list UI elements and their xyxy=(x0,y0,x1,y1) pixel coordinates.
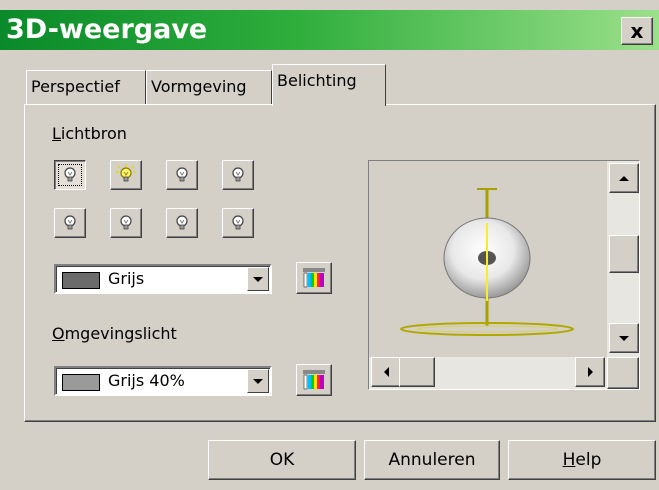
color-palette-icon xyxy=(303,370,325,390)
lightbulb-icon xyxy=(64,215,76,230)
select-light-color-button[interactable] xyxy=(296,262,332,294)
tab-perspectief[interactable]: Perspectief xyxy=(26,70,146,104)
scroll-down-button[interactable] xyxy=(609,323,639,353)
cancel-button[interactable]: Annuleren xyxy=(364,440,500,480)
light-source-1-button[interactable] xyxy=(54,160,86,190)
select-ambient-color-button[interactable] xyxy=(296,364,332,396)
light-preview-graphic xyxy=(400,188,574,336)
lightbulb-icon xyxy=(176,167,188,182)
lightbulb-icon xyxy=(176,215,188,230)
help-button[interactable]: Help xyxy=(508,440,656,480)
ok-button[interactable]: OK xyxy=(208,440,356,480)
light-source-2-button[interactable] xyxy=(110,160,142,190)
vertical-scroll-thumb[interactable] xyxy=(609,235,639,273)
tab-vormgeving[interactable]: Vormgeving xyxy=(146,70,272,104)
arrow-up-icon xyxy=(619,175,629,181)
light-source-7-button[interactable] xyxy=(166,208,198,238)
tab-belichting-label: Belichting xyxy=(277,71,357,90)
light-color-value: Grijs xyxy=(108,269,145,288)
scrollbar-corner xyxy=(607,357,639,389)
horizontal-scroll-thumb[interactable] xyxy=(399,357,435,387)
close-icon: x xyxy=(630,19,644,43)
close-button[interactable]: x xyxy=(621,17,653,45)
arrow-left-icon xyxy=(383,367,389,377)
chevron-down-icon xyxy=(253,276,263,282)
scroll-right-button[interactable] xyxy=(575,357,605,387)
ambient-color-value: Grijs 40% xyxy=(108,371,185,390)
color-swatch xyxy=(62,272,100,289)
light-source-6-button[interactable] xyxy=(110,208,142,238)
scroll-up-button[interactable] xyxy=(609,163,639,193)
lightbulb-icon xyxy=(232,167,244,182)
title-bar: 3D-weergave x xyxy=(0,10,659,50)
cancel-label: Annuleren xyxy=(388,450,476,470)
lightbulb-icon xyxy=(120,215,132,230)
chevron-down-icon xyxy=(253,378,263,384)
dropdown-button[interactable] xyxy=(247,369,269,393)
light-source-3-button[interactable] xyxy=(166,160,198,190)
light-preview[interactable] xyxy=(368,160,640,390)
color-swatch xyxy=(62,374,100,391)
ok-label: OK xyxy=(269,450,295,470)
dropdown-button[interactable] xyxy=(247,267,269,291)
tab-perspectief-label: Perspectief xyxy=(31,77,120,96)
dialog-window: 3D-weergave x Perspectief Vormgeving Bel… xyxy=(0,0,659,490)
light-source-8-button[interactable] xyxy=(222,208,254,238)
color-palette-icon xyxy=(303,268,325,288)
arrow-down-icon xyxy=(619,335,629,341)
ambient-light-label: Omgevingslicht xyxy=(52,324,177,343)
tab-vormgeving-label: Vormgeving xyxy=(151,77,247,96)
light-source-5-button[interactable] xyxy=(54,208,86,238)
light-color-select[interactable]: Grijs xyxy=(54,264,272,294)
light-source-4-button[interactable] xyxy=(222,160,254,190)
scroll-left-button[interactable] xyxy=(371,357,401,387)
help-label: Help xyxy=(562,450,602,470)
tab-belichting[interactable]: Belichting xyxy=(272,64,386,106)
ambient-color-select[interactable]: Grijs 40% xyxy=(54,366,272,396)
arrow-right-icon xyxy=(587,367,593,377)
dialog-title: 3D-weergave xyxy=(6,14,208,45)
lightbulb-icon xyxy=(232,215,244,230)
lightbulb-icon xyxy=(64,167,76,182)
lightsource-label: Lichtbron xyxy=(52,124,127,143)
lightbulb-on-icon xyxy=(116,164,136,182)
